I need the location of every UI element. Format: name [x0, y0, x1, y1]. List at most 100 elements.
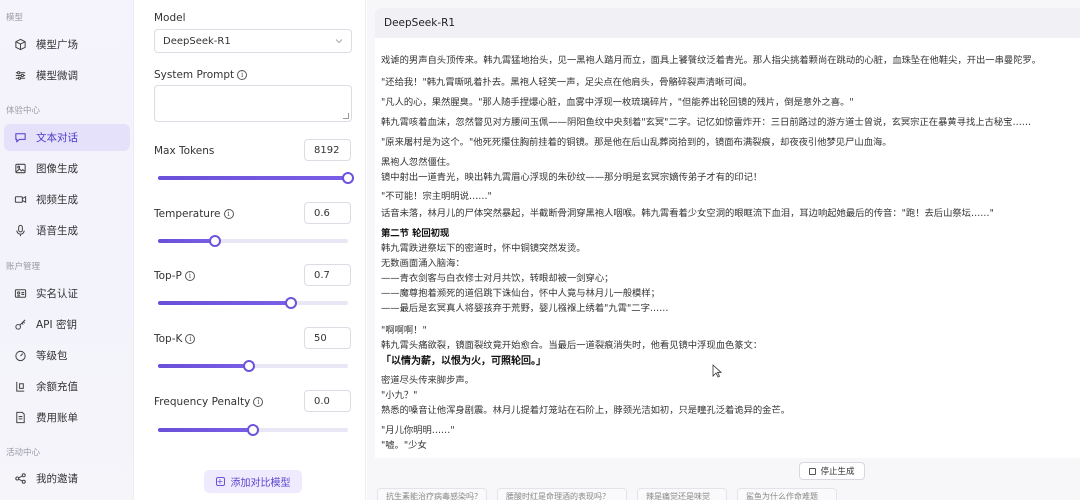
chat-message-body[interactable]: 戏谑的男声自头顶传来。韩九霄猛地抬头，见一黑袍人踏月而立，面具上饕餮纹泛着青光。… [375, 38, 1080, 458]
slider-fill [158, 428, 253, 432]
resize-grip-icon[interactable] [343, 113, 349, 119]
chat-message-line: 戏谑的男声自头顶传来。韩九霄猛地抬头，见一黑袍人踏月而立，面具上饕餮纹泛着青光。… [381, 55, 1042, 66]
add-compare-model-label: 添加对比模型 [230, 478, 291, 489]
frequency-penalty-slider[interactable] [158, 424, 348, 436]
stop-generation-button[interactable]: 停止生成 [799, 462, 865, 480]
nav-item-text-chat[interactable]: 文本对话 [4, 124, 130, 151]
nav-item-label: 等级包 [36, 350, 68, 362]
chat-message-line: 熟悉的嗓音让他浑身剧震。林月儿提着灯笼站在石阶上，脖颈光洁如初，只是瞳孔泛着诡异… [381, 405, 791, 416]
nav-item-recharge[interactable]: 余额充值 [4, 373, 130, 400]
chevron-down-icon [335, 39, 343, 44]
nav-section-account: 账户管理 [6, 262, 41, 272]
top-k-input[interactable]: 50 [304, 327, 351, 349]
top-k-label: Top-K i [154, 333, 196, 345]
max-tokens-label: Max Tokens [154, 145, 214, 157]
nav-item-label: 文本对话 [36, 132, 78, 144]
nav-item-real-name[interactable]: 实名认证 [4, 280, 130, 307]
model-select[interactable]: DeepSeek-R1 [154, 29, 352, 53]
nav-item-label: 我的邀请 [36, 473, 78, 485]
nav-section-models: 模型 [6, 13, 24, 23]
slider-thumb[interactable] [342, 172, 354, 184]
id-card-icon [13, 287, 27, 301]
top-p-label: Top-P i [154, 270, 195, 282]
chat-message-line: 第二节 轮回初现 [381, 228, 450, 239]
nav-section-experience: 体验中心 [6, 106, 41, 116]
chat-message-line: "不可能！宗主明明说……" [381, 191, 492, 202]
temperature-input[interactable]: 0.6 [304, 202, 351, 224]
chat-message-line: 镜中射出一道青光，映出韩九霄眉心浮现的朱砂纹——那分明是玄冥宗嫡传弟子才有的印记… [381, 172, 763, 183]
nav-item-label: 费用账单 [36, 412, 78, 424]
chat-message-line: "还给我！"韩九霄嘶吼着扑去。黑袍人轻笑一声，足尖点在他肩头，骨骼碎裂声清晰可闻… [381, 77, 753, 88]
info-icon[interactable]: i [253, 397, 264, 407]
wallet-icon [13, 380, 27, 394]
tune-icon [13, 69, 27, 83]
model-label: Model [154, 12, 186, 24]
nav-item-model-square[interactable]: 模型广场 [4, 31, 130, 58]
suggestion-chip[interactable]: 腰酸时红是命理酒的表现吗？ [497, 488, 627, 500]
info-icon[interactable]: i [237, 70, 248, 80]
chat-message-line: "月儿你明明……" [381, 425, 455, 436]
nav-item-label: 模型微调 [36, 70, 78, 82]
chat-message-line: "原来屠村是为这个。"他死死攥住胸前挂着的铜镜。那是他在后山乱葬岗拾到的，镜面布… [381, 137, 892, 148]
gauge-icon [13, 349, 27, 363]
nav-item-label: 实名认证 [36, 288, 78, 300]
video-icon [13, 193, 27, 207]
suggestion-chip[interactable]: 鲨鱼为什么作命难题 [737, 488, 837, 500]
chat-message-line: "嘘。"少女 [381, 440, 427, 451]
slider-thumb[interactable] [247, 424, 259, 436]
cube-icon [13, 38, 27, 52]
system-prompt-input[interactable] [154, 85, 352, 122]
temperature-slider[interactable] [158, 235, 348, 247]
bill-icon [13, 411, 27, 425]
nav-item-label: 余额充值 [36, 381, 78, 393]
info-icon[interactable]: i [184, 271, 195, 281]
chat-message-line: 密道尽头传来脚步声。 [381, 375, 474, 386]
slider-thumb[interactable] [243, 360, 256, 372]
stop-icon [809, 467, 817, 475]
slider-thumb[interactable] [285, 297, 297, 309]
frequency-penalty-input[interactable]: 0.0 [304, 390, 351, 412]
top-k-slider[interactable] [158, 360, 348, 372]
nav-item-label: 视频生成 [36, 194, 78, 206]
nav-item-my-invites[interactable]: 我的邀请 [4, 465, 130, 492]
mic-icon [13, 224, 27, 238]
top-k-label-text: Top-K [154, 333, 183, 345]
top-p-input[interactable]: 0.7 [304, 264, 351, 286]
frequency-penalty-label-text: Frequency Penalty [154, 396, 251, 408]
top-p-label-text: Top-P [154, 270, 182, 282]
slider-fill [158, 364, 250, 368]
slider-fill [158, 239, 215, 243]
chat-message-line: 话音未落，林月儿的尸体突然暴起，半截断骨洞穿黑袍人咽喉。韩九霄看着少女空洞的眼眶… [381, 208, 994, 219]
nav-item-model-finetune[interactable]: 模型微调 [4, 62, 130, 89]
nav-item-bills[interactable]: 费用账单 [4, 404, 130, 431]
nav-item-label: 模型广场 [36, 39, 78, 51]
key-icon [13, 318, 27, 332]
nav-item-label: 图像生成 [36, 163, 78, 175]
nav-item-api-key[interactable]: API 密钥 [4, 311, 130, 338]
chat-message-line: 韩九霄头痛欲裂，镜面裂纹竟开始愈合。当最后一道裂痕消失时，他看见镜中浮现血色篆文… [381, 340, 763, 351]
mouse-cursor-icon [712, 364, 722, 378]
chat-message-line: "小九？" [381, 390, 418, 401]
temperature-label-text: Temperature [154, 208, 221, 220]
max-tokens-input[interactable]: 8192 [304, 139, 351, 161]
suggestion-chip[interactable]: 辣是痛觉还是味觉 [637, 488, 727, 500]
slider-thumb[interactable] [209, 235, 221, 247]
sidebar: 模型 模型广场 模型微调 体验中心 文本对话 图像生成 视频生成 语音生成 账户… [0, 0, 134, 500]
info-icon[interactable]: i [185, 334, 196, 344]
nav-item-image-gen[interactable]: 图像生成 [4, 155, 130, 182]
nav-item-voice-gen[interactable]: 语音生成 [4, 217, 130, 244]
nav-item-level-package[interactable]: 等级包 [4, 342, 130, 369]
nav-item-video-gen[interactable]: 视频生成 [4, 186, 130, 213]
chat-message-line: "凡人的心，果然腥臭。"那人随手捏爆心脏，血雾中浮现一枚琉璃碎片，"但能养出轮回… [381, 97, 854, 108]
image-icon [13, 162, 27, 176]
system-prompt-label-text: System Prompt [154, 69, 235, 81]
add-compare-model-button[interactable]: + 添加对比模型 [204, 470, 302, 493]
suggestion-chip[interactable]: 抗生素能治疗病毒感染吗？ [377, 488, 487, 500]
max-tokens-slider[interactable] [158, 172, 354, 184]
frequency-penalty-label: Frequency Penalty i [154, 396, 264, 408]
info-icon[interactable]: i [223, 209, 234, 219]
top-p-slider[interactable] [158, 297, 348, 309]
temperature-label: Temperature i [154, 208, 234, 220]
chat-message-line: "啊啊啊！" [381, 325, 427, 336]
nav-section-activity: 活动中心 [6, 448, 41, 458]
